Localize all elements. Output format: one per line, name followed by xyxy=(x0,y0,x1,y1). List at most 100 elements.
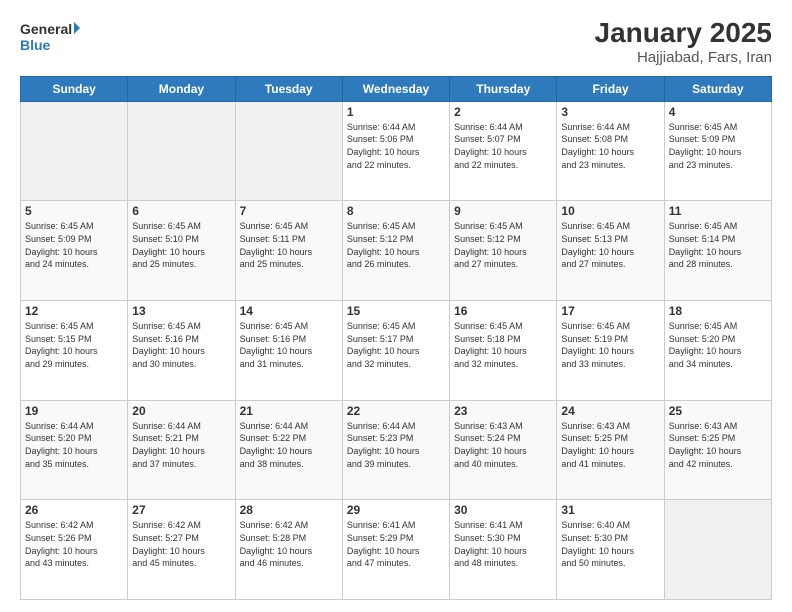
week-row-2: 12Sunrise: 6:45 AM Sunset: 5:15 PM Dayli… xyxy=(21,301,772,401)
day-cell: 2 Sunrise: 6:44 AM Sunset: 5:07 PM Daylig… xyxy=(450,101,557,201)
day-number: 10 xyxy=(561,204,659,218)
col-thursday: Thursday xyxy=(450,76,557,101)
col-saturday: Saturday xyxy=(664,76,771,101)
day-info: Sunrise: 6:41 AM Sunset: 5:30 PM Dayligh… xyxy=(454,519,552,569)
day-info: Sunrise: 6:45 AM Sunset: 5:19 PM Dayligh… xyxy=(561,320,659,370)
calendar-table: Sunday Monday Tuesday Wednesday Thursday… xyxy=(20,76,772,600)
day-cell: 8 Sunrise: 6:45 AM Sunset: 5:12 PM Daylig… xyxy=(342,201,449,301)
day-cell: 27 Sunrise: 6:42 AM Sunset: 5:27 PM Dayli… xyxy=(128,500,235,600)
day-cell: 16Sunrise: 6:45 AM Sunset: 5:18 PM Dayli… xyxy=(450,301,557,401)
week-row-4: 26 Sunrise: 6:42 AM Sunset: 5:26 PM Dayli… xyxy=(21,500,772,600)
day-info: Sunrise: 6:45 AM Sunset: 5:15 PM Dayligh… xyxy=(25,320,123,370)
day-cell: 23Sunrise: 6:43 AM Sunset: 5:24 PM Dayli… xyxy=(450,400,557,500)
day-cell: 5 Sunrise: 6:45 AM Sunset: 5:09 PM Daylig… xyxy=(21,201,128,301)
day-number: 3 xyxy=(561,105,659,119)
day-number: 5 xyxy=(25,204,123,218)
header: General Blue January 2025 Hajjiabad, Far… xyxy=(20,18,772,66)
header-row: Sunday Monday Tuesday Wednesday Thursday… xyxy=(21,76,772,101)
col-monday: Monday xyxy=(128,76,235,101)
day-number: 24 xyxy=(561,404,659,418)
day-cell: 9Sunrise: 6:45 AM Sunset: 5:12 PM Daylig… xyxy=(450,201,557,301)
day-number: 21 xyxy=(240,404,338,418)
day-info: Sunrise: 6:42 AM Sunset: 5:27 PM Dayligh… xyxy=(132,519,230,569)
day-info: Sunrise: 6:45 AM Sunset: 5:11 PM Dayligh… xyxy=(240,220,338,270)
day-number: 28 xyxy=(240,503,338,517)
calendar-subtitle: Hajjiabad, Fars, Iran xyxy=(595,49,772,66)
day-cell: 15 Sunrise: 6:45 AM Sunset: 5:17 PM Dayli… xyxy=(342,301,449,401)
day-info: Sunrise: 6:45 AM Sunset: 5:10 PM Dayligh… xyxy=(132,220,230,270)
day-number: 29 xyxy=(347,503,445,517)
week-row-0: 1Sunrise: 6:44 AM Sunset: 5:06 PM Daylig… xyxy=(21,101,772,201)
day-info: Sunrise: 6:45 AM Sunset: 5:09 PM Dayligh… xyxy=(669,121,767,171)
day-cell: 21Sunrise: 6:44 AM Sunset: 5:22 PM Dayli… xyxy=(235,400,342,500)
day-cell: 3Sunrise: 6:44 AM Sunset: 5:08 PM Daylig… xyxy=(557,101,664,201)
day-cell: 13Sunrise: 6:45 AM Sunset: 5:16 PM Dayli… xyxy=(128,301,235,401)
col-sunday: Sunday xyxy=(21,76,128,101)
day-number: 30 xyxy=(454,503,552,517)
day-cell: 31Sunrise: 6:40 AM Sunset: 5:30 PM Dayli… xyxy=(557,500,664,600)
day-number: 17 xyxy=(561,304,659,318)
day-info: Sunrise: 6:43 AM Sunset: 5:25 PM Dayligh… xyxy=(669,420,767,470)
day-info: Sunrise: 6:45 AM Sunset: 5:12 PM Dayligh… xyxy=(347,220,445,270)
day-cell: 14 Sunrise: 6:45 AM Sunset: 5:16 PM Dayli… xyxy=(235,301,342,401)
day-number: 19 xyxy=(25,404,123,418)
day-number: 7 xyxy=(240,204,338,218)
day-info: Sunrise: 6:44 AM Sunset: 5:07 PM Dayligh… xyxy=(454,121,552,171)
day-cell: 7 Sunrise: 6:45 AM Sunset: 5:11 PM Daylig… xyxy=(235,201,342,301)
day-number: 13 xyxy=(132,304,230,318)
svg-text:General: General xyxy=(20,21,72,37)
day-cell: 24 Sunrise: 6:43 AM Sunset: 5:25 PM Dayli… xyxy=(557,400,664,500)
day-number: 8 xyxy=(347,204,445,218)
calendar-title: January 2025 xyxy=(595,18,772,49)
day-cell: 26 Sunrise: 6:42 AM Sunset: 5:26 PM Dayli… xyxy=(21,500,128,600)
day-number: 6 xyxy=(132,204,230,218)
calendar-header: Sunday Monday Tuesday Wednesday Thursday… xyxy=(21,76,772,101)
day-number: 23 xyxy=(454,404,552,418)
day-info: Sunrise: 6:44 AM Sunset: 5:20 PM Dayligh… xyxy=(25,420,123,470)
day-cell: 12Sunrise: 6:45 AM Sunset: 5:15 PM Dayli… xyxy=(21,301,128,401)
day-info: Sunrise: 6:45 AM Sunset: 5:14 PM Dayligh… xyxy=(669,220,767,270)
logo-svg: General Blue xyxy=(20,18,80,54)
day-number: 9 xyxy=(454,204,552,218)
day-cell: 11 Sunrise: 6:45 AM Sunset: 5:14 PM Dayli… xyxy=(664,201,771,301)
col-wednesday: Wednesday xyxy=(342,76,449,101)
logo: General Blue xyxy=(20,18,80,54)
day-number: 22 xyxy=(347,404,445,418)
day-info: Sunrise: 6:42 AM Sunset: 5:28 PM Dayligh… xyxy=(240,519,338,569)
day-cell: 4 Sunrise: 6:45 AM Sunset: 5:09 PM Daylig… xyxy=(664,101,771,201)
day-cell: 29 Sunrise: 6:41 AM Sunset: 5:29 PM Dayli… xyxy=(342,500,449,600)
day-cell: 6 Sunrise: 6:45 AM Sunset: 5:10 PM Daylig… xyxy=(128,201,235,301)
day-cell: 22Sunrise: 6:44 AM Sunset: 5:23 PM Dayli… xyxy=(342,400,449,500)
day-cell: 10 Sunrise: 6:45 AM Sunset: 5:13 PM Dayli… xyxy=(557,201,664,301)
day-cell xyxy=(21,101,128,201)
day-info: Sunrise: 6:45 AM Sunset: 5:13 PM Dayligh… xyxy=(561,220,659,270)
day-number: 25 xyxy=(669,404,767,418)
day-cell: 17 Sunrise: 6:45 AM Sunset: 5:19 PM Dayli… xyxy=(557,301,664,401)
day-number: 18 xyxy=(669,304,767,318)
day-info: Sunrise: 6:41 AM Sunset: 5:29 PM Dayligh… xyxy=(347,519,445,569)
day-number: 11 xyxy=(669,204,767,218)
col-friday: Friday xyxy=(557,76,664,101)
day-number: 2 xyxy=(454,105,552,119)
day-info: Sunrise: 6:42 AM Sunset: 5:26 PM Dayligh… xyxy=(25,519,123,569)
day-number: 15 xyxy=(347,304,445,318)
day-number: 27 xyxy=(132,503,230,517)
day-info: Sunrise: 6:45 AM Sunset: 5:16 PM Dayligh… xyxy=(240,320,338,370)
page: General Blue January 2025 Hajjiabad, Far… xyxy=(0,0,792,612)
day-cell: 18 Sunrise: 6:45 AM Sunset: 5:20 PM Dayli… xyxy=(664,301,771,401)
day-info: Sunrise: 6:45 AM Sunset: 5:17 PM Dayligh… xyxy=(347,320,445,370)
day-info: Sunrise: 6:45 AM Sunset: 5:09 PM Dayligh… xyxy=(25,220,123,270)
day-info: Sunrise: 6:45 AM Sunset: 5:20 PM Dayligh… xyxy=(669,320,767,370)
day-cell: 1Sunrise: 6:44 AM Sunset: 5:06 PM Daylig… xyxy=(342,101,449,201)
day-cell: 28 Sunrise: 6:42 AM Sunset: 5:28 PM Dayli… xyxy=(235,500,342,600)
day-cell: 30 Sunrise: 6:41 AM Sunset: 5:30 PM Dayli… xyxy=(450,500,557,600)
day-number: 14 xyxy=(240,304,338,318)
day-info: Sunrise: 6:43 AM Sunset: 5:25 PM Dayligh… xyxy=(561,420,659,470)
svg-text:Blue: Blue xyxy=(20,37,51,53)
day-cell xyxy=(664,500,771,600)
day-number: 26 xyxy=(25,503,123,517)
day-number: 4 xyxy=(669,105,767,119)
title-area: January 2025 Hajjiabad, Fars, Iran xyxy=(595,18,772,66)
day-cell: 20Sunrise: 6:44 AM Sunset: 5:21 PM Dayli… xyxy=(128,400,235,500)
day-number: 31 xyxy=(561,503,659,517)
